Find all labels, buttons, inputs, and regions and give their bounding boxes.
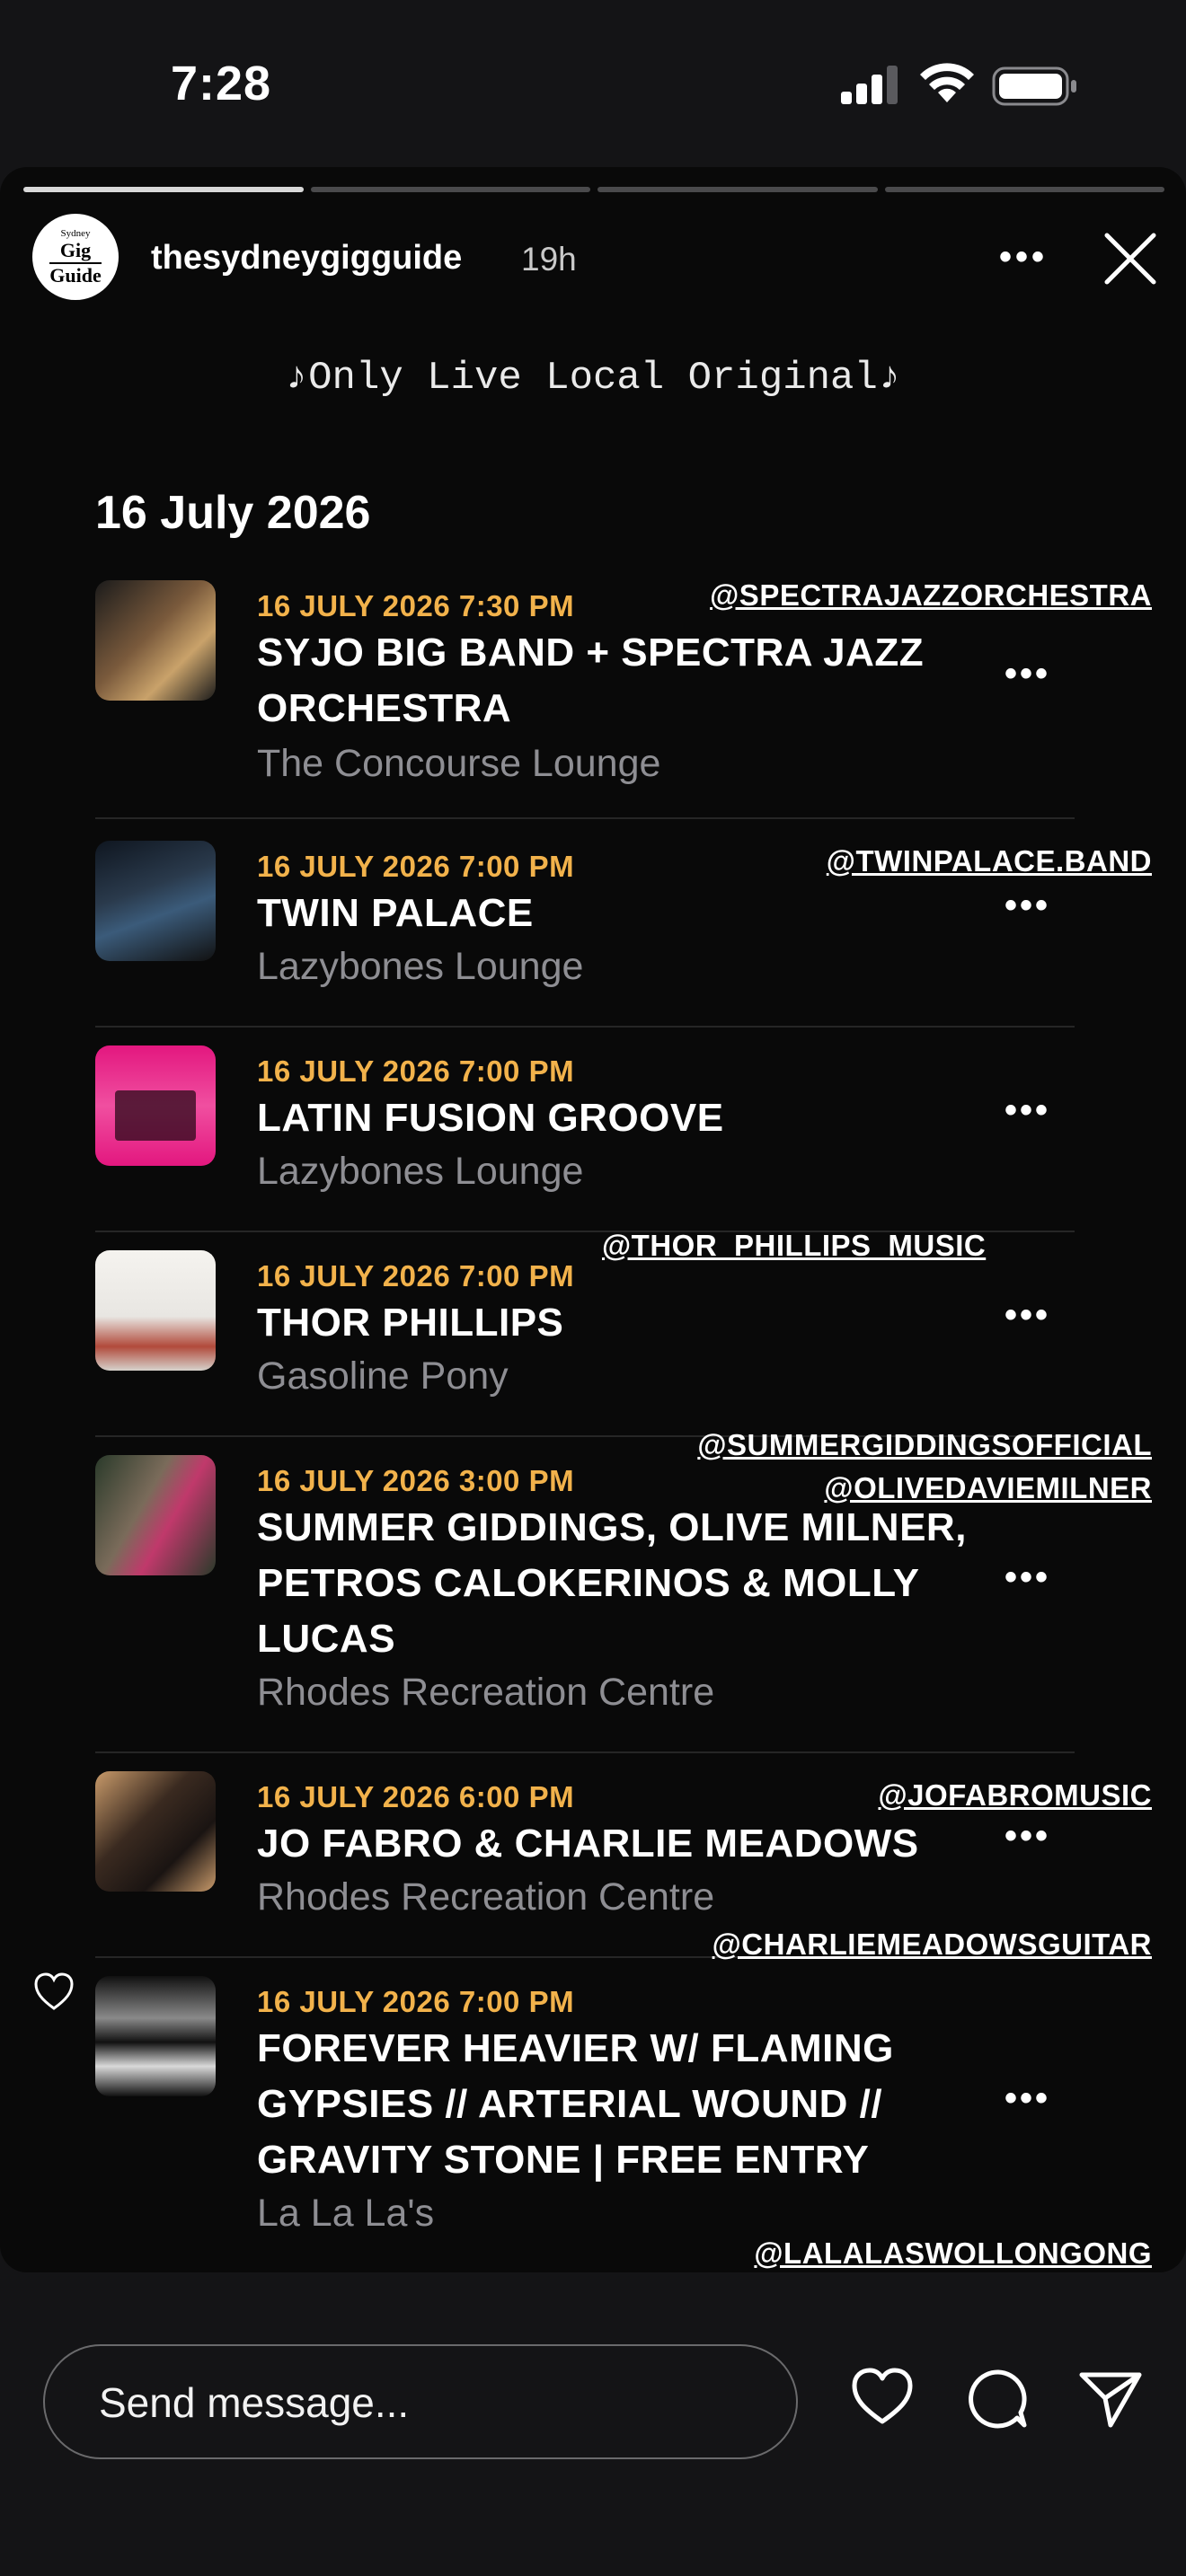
event-title-line: TWIN PALACE <box>257 891 534 935</box>
battery-icon <box>992 66 1076 106</box>
mention-handle[interactable]: @CHARLIEMEADOWSGUITAR <box>712 1928 1152 1962</box>
avatar-text-line: Sydney <box>60 227 91 239</box>
event-title: TWIN PALACE <box>257 886 1030 941</box>
event-datetime: 16 JULY 2026 7:30 PM <box>257 589 575 622</box>
event-title-line: FOREVER HEAVIER W/ FLAMING <box>257 2026 894 2070</box>
event-venue: Gasoline Pony <box>257 1354 509 1398</box>
mention-handle[interactable]: @SUMMERGIDDINGSOFFICIAL <box>697 1428 1152 1462</box>
date-heading: 16 July 2026 <box>95 487 371 539</box>
avatar-text-line: Guide <box>49 261 102 287</box>
event-thumbnail <box>95 580 216 701</box>
close-icon[interactable] <box>1102 230 1159 287</box>
event-venue: Lazybones Lounge <box>257 1150 584 1193</box>
event-datetime: 16 JULY 2026 3:00 PM <box>257 1464 575 1497</box>
event-more-button[interactable]: ••• <box>1005 1295 1050 1336</box>
event-more-button[interactable]: ••• <box>1005 886 1050 926</box>
event-title-line: LUCAS <box>257 1617 396 1661</box>
event-title-line: ORCHESTRA <box>257 686 512 730</box>
divider <box>95 1751 1075 1753</box>
story-viewer[interactable]: Sydney Gig Guide thesydneygigguide 19h •… <box>0 167 1186 2272</box>
event-thumbnail <box>95 1771 216 1892</box>
event-title: SUMMER GIDDINGS, OLIVE MILNER, PETROS CA… <box>257 1500 1030 1667</box>
event-title: FOREVER HEAVIER W/ FLAMING GYPSIES // AR… <box>257 2021 1030 2188</box>
send-icon[interactable] <box>1078 2368 1143 2430</box>
event-title-line: GYPSIES // ARTERIAL WOUND // <box>257 2082 883 2126</box>
mention-handle[interactable]: @JOFABROMUSIC <box>878 1778 1152 1813</box>
avatar-text-line: Gig <box>59 238 92 261</box>
event-title-line: LATIN FUSION GROOVE <box>257 1096 724 1140</box>
mention-handle[interactable]: @SPECTRAJAZZORCHESTRA <box>710 578 1152 613</box>
event-datetime: 16 JULY 2026 7:00 PM <box>257 850 575 883</box>
event-title-line: SYJO BIG BAND + SPECTRA JAZZ <box>257 631 925 675</box>
progress-segment <box>884 187 1164 192</box>
event-thumbnail <box>95 1976 216 2096</box>
event-title: LATIN FUSION GROOVE <box>257 1090 1030 1146</box>
event-title-line: JO FABRO & CHARLIE MEADOWS <box>257 1822 919 1866</box>
event-thumbnail <box>95 1455 216 1575</box>
progress-segment <box>597 187 878 192</box>
avatar[interactable]: Sydney Gig Guide <box>32 214 119 300</box>
progress-segment <box>310 187 590 192</box>
heart-icon[interactable] <box>32 1971 75 2014</box>
event-more-button[interactable]: ••• <box>1005 2078 1050 2119</box>
event-more-button[interactable]: ••• <box>1005 1557 1050 1598</box>
username-link[interactable]: thesydneygigguide <box>151 239 462 278</box>
event-venue: Lazybones Lounge <box>257 945 584 988</box>
divider <box>95 1026 1075 1028</box>
event-datetime: 16 JULY 2026 7:00 PM <box>257 1054 575 1088</box>
event-thumbnail <box>95 1250 216 1371</box>
event-title: THOR PHILLIPS <box>257 1295 1030 1351</box>
mention-handle[interactable]: @THOR_PHILLIPS_MUSIC <box>602 1229 986 1263</box>
event-datetime: 16 JULY 2026 7:00 PM <box>257 1985 575 2018</box>
mention-handle[interactable]: @OLIVEDAVIEMILNER <box>824 1471 1152 1505</box>
mention-handle[interactable]: @LALALASWOLLONGONG <box>754 2236 1152 2271</box>
story-age: 19h <box>521 241 577 278</box>
status-bar: 7:28 <box>0 0 1186 171</box>
like-heart-icon[interactable] <box>850 2366 915 2427</box>
divider <box>95 817 1075 819</box>
event-venue: Rhodes Recreation Centre <box>257 1875 715 1919</box>
event-venue: The Concourse Lounge <box>257 742 661 785</box>
event-title: JO FABRO & CHARLIE MEADOWS <box>257 1816 1030 1872</box>
event-more-button[interactable]: ••• <box>1005 1816 1050 1857</box>
event-datetime: 16 JULY 2026 7:00 PM <box>257 1259 575 1292</box>
event-title-line: PETROS CALOKERINOS & MOLLY <box>257 1561 920 1605</box>
event-title: SYJO BIG BAND + SPECTRA JAZZ ORCHESTRA <box>257 625 1030 737</box>
story-tagline: ♪Only Live Local Original♪ <box>284 356 902 401</box>
event-datetime: 16 JULY 2026 6:00 PM <box>257 1780 575 1813</box>
event-venue: Rhodes Recreation Centre <box>257 1671 715 1714</box>
cellular-signal-icon <box>841 66 898 104</box>
event-title-line: THOR PHILLIPS <box>257 1301 564 1345</box>
event-thumbnail <box>95 1045 216 1166</box>
clock: 7:28 <box>171 57 272 110</box>
reply-bubble-icon[interactable] <box>967 2368 1030 2430</box>
send-message-placeholder: Send message... <box>99 2379 410 2426</box>
event-venue: La La La's <box>257 2192 435 2235</box>
wifi-icon <box>920 63 974 102</box>
progress-segment <box>23 187 304 192</box>
event-title-line: GRAVITY STONE | FREE ENTRY <box>257 2138 870 2182</box>
story-progress-bar <box>23 187 1164 192</box>
event-more-button[interactable]: ••• <box>1005 654 1050 694</box>
event-more-button[interactable]: ••• <box>1005 1090 1050 1131</box>
mention-handle[interactable]: @TWINPALACE.BAND <box>827 844 1152 878</box>
event-title-line: SUMMER GIDDINGS, OLIVE MILNER, <box>257 1505 967 1549</box>
more-options-button[interactable]: ••• <box>999 237 1048 278</box>
event-thumbnail <box>95 841 216 961</box>
